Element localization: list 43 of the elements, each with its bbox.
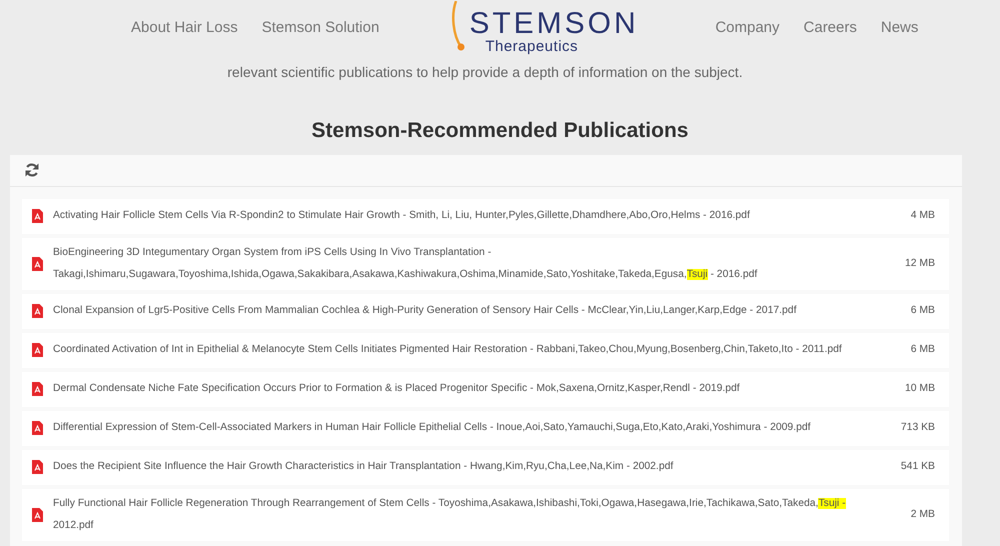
pdf-file-icon <box>32 508 43 522</box>
pdf-file-icon <box>32 382 43 396</box>
pdf-file-icon <box>32 209 43 223</box>
file-row[interactable]: Does the Recipient Site Influence the Hair Growth Characteristics in Hair Transplantation - Hwang,Kim,Ryu,Cha,Lee,Na,Kim - 2002.pdf 541 KB <box>22 450 949 484</box>
pdf-file-icon <box>32 304 43 318</box>
file-row[interactable] <box>22 238 949 290</box>
nav-link[interactable]: About Hair Loss <box>131 16 238 40</box>
file-row[interactable]: Fully Functional Hair Follicle Regeneration Through Rearrangement of Stem Cells - Toyoshima,Asakawa,Ishibashi,Toki,Ogawa,Hasegawa,Irie,Tachikawa,Sato,Takeda,Tsuji - 2012.pdf 2 MB <box>22 488 949 540</box>
logo-name[interactable]: STEMSON <box>469 8 639 39</box>
pdf-file-icon <box>32 421 43 435</box>
file-link[interactable]: Does the Recipient Site Influence the Hair Growth Characteristics in Hair Transplantation - Hwang,Kim,Ryu,Cha,Lee,Na,Kim - 2002.pdf <box>53 456 865 478</box>
file-row[interactable]: Coordinated Activation of Int in Epithelial & Melanocyte Stem Cells Initiates Pigmented Hair Restoration - Rabbani,Takeo,Chou,Myung,Bosenberg,Chin,Taketo,Ito - 2011.pdf 6 MB <box>22 332 949 368</box>
file-size: 6 MB <box>910 343 935 358</box>
file-link[interactable]: Differential Expression of Stem-Cell-Associated Markers in Human Hair Follicle Epithelial Cells - Inoue,Aoi,Sato,Yamauchi,Suga,Eto,Kato,Araki,Yoshimura - 2009.pdf <box>53 417 865 439</box>
file-size: 12 MB <box>904 256 935 271</box>
file-link[interactable]: Activating Hair Follicle Stem Cells Via R-Spondin2 to Stimulate Hair Growth - Smith, Li, Liu, Hunter,Pyles,Gillette,Dhamdhere,Abo,Oro,Helms - 2016.pdf <box>53 205 865 227</box>
nav-link[interactable]: Stemson Solution <box>262 16 380 40</box>
file-row[interactable]: Differential Expression of Stem-Cell-Associated Markers in Human Hair Follicle Epithelial Cells - Inoue,Aoi,Sato,Yamauchi,Suga,Eto,Kato,Araki,Yoshimura - 2009.pdf 713 KB <box>22 410 949 446</box>
file-size: 4 MB <box>910 209 935 224</box>
logo-tagline: Therapeutics <box>485 38 580 56</box>
logo-swoosh-icon <box>451 0 466 53</box>
nav-link[interactable]: Company <box>715 16 780 40</box>
pdf-file-icon <box>32 343 43 357</box>
nav-link[interactable]: News <box>880 16 918 40</box>
file-row[interactable]: Dermal Condensate Niche Fate Specification Occurs Prior to Formation & is Placed Progenitor Specific - Mok,Saxena,Ornitz,Kasper,Rendl - 2019.pdf 10 MB <box>22 372 949 406</box>
file-row[interactable]: Clonal Expansion of Lgr5-Positive Cells From Mammalian Cochlea & High-Purity Generation of Sensory Hair Cells - McClear,Yin,Liu,Langer,Karp,Edge - 2017.pdf 6 MB <box>22 294 949 328</box>
file-size: 6 MB <box>910 304 935 318</box>
refresh-icon[interactable] <box>24 162 40 178</box>
file-link[interactable]: Coordinated Activation of Int in Epithelial & Melanocyte Stem Cells Initiates Pigmented Hair Restoration - Rabbani,Takeo,Chou,Myung,Bosenberg,Chin,Taketo,Ito - 2011.pdf <box>53 339 865 361</box>
pdf-file-icon <box>32 256 43 270</box>
pdf-file-icon <box>32 460 43 474</box>
intro-text: relevant scientific publications to help provide a depth of information on the subject. <box>226 63 744 82</box>
file-size: 2 MB <box>910 508 935 522</box>
page-heading: Stemson-Recommended Publications <box>310 118 690 144</box>
file-row[interactable]: Activating Hair Follicle Stem Cells Via R-Spondin2 to Stimulate Hair Growth - Smith, Li, Liu, Hunter,Pyles,Gillette,Dhamdhere,Abo,Oro,Helms - 2016.pdf 4 MB <box>22 198 949 234</box>
file-size: 541 KB <box>900 460 935 474</box>
file-link[interactable]: Clonal Expansion of Lgr5-Positive Cells From Mammalian Cochlea & High-Purity Generation of Sensory Hair Cells - McClear,Yin,Liu,Langer,Karp,Edge - 2017.pdf <box>53 300 865 322</box>
file-link[interactable]: BioEngineering 3D Integumentary Organ System from iPS Cells Using In Vivo Transplantation - Takagi,Ishimaru,Sugawara,Toyoshima,Ishida,Ogawa,Sakakibara,Asakawa,Kashiwakura,Oshima,Minamide,Sato,Yoshitake,Takeda,Egusa,Tsuji - 2016.pdf <box>53 242 865 286</box>
nav-link[interactable]: Careers <box>804 16 857 40</box>
file-link[interactable]: Fully Functional Hair Follicle Regeneration Through Rearrangement of Stem Cells - Toyoshima,Asakawa,Ishibashi,Toki,Ogawa,Hasegawa,Irie,Tachikawa,Sato,Takeda,Tsuji - 2012.pdf <box>53 492 865 536</box>
file-link[interactable]: Dermal Condensate Niche Fate Specification Occurs Prior to Formation & is Placed Progenitor Specific - Mok,Saxena,Ornitz,Kasper,Rendl - 2019.pdf <box>53 378 865 400</box>
file-size: 10 MB <box>904 382 935 396</box>
file-size: 713 KB <box>900 421 935 436</box>
